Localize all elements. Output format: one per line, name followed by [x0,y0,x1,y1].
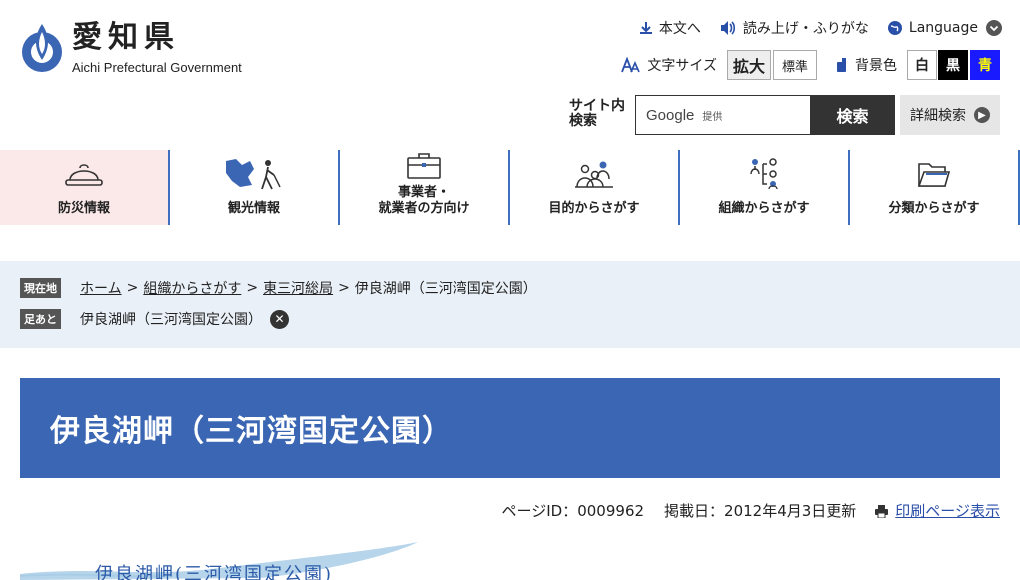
search-input[interactable]: Google 提供 [635,95,811,135]
nav-item-by-purpose[interactable]: 目的からさがす [510,150,680,225]
page-title-bar: 伊良湖岬（三河湾国定公園） [20,378,1000,478]
breadcrumb-link-by-organization[interactable]: 組織からさがす [143,278,241,298]
print-link[interactable]: 印刷ページ表示 [874,500,1000,521]
read-aloud-link[interactable]: 読み上げ・ふりがな [719,18,869,38]
text-size-label: 文字サイズ [647,58,717,74]
speaker-icon [720,21,735,35]
global-navigation: 防災情報 観光情報 事業者・ 就業者の方向け 目的からさがす 組織からさがす 分… [0,150,1020,225]
page-id: ページID：0009962 [501,502,645,520]
nav-label: 観光情報 [227,201,280,216]
display-settings: 文字サイズ 拡大 標準 背景色 白 黒 青 [621,50,1000,80]
nav-label: 組織からさがす [718,201,810,216]
breadcrumb-separator: > [246,280,259,296]
nav-label: 防災情報 [57,201,110,216]
nav-item-tourism[interactable]: 観光情報 [170,150,340,225]
breadcrumb-link-higashimikawa[interactable]: 東三河総局 [263,278,333,298]
bg-blue-button[interactable]: 青 [970,50,1000,80]
text-size-large-button[interactable]: 拡大 [727,50,771,80]
language-label: Language [908,20,978,36]
advanced-search-button[interactable]: 詳細検索 ▶ [900,95,1000,135]
text-size-label-group: 文字サイズ [621,55,717,75]
site-logo[interactable]: 愛知県 Aichi Prefectural Government [20,20,242,75]
nav-label-line2: 就業者の方向け [378,201,470,216]
text-size-icon [621,57,641,73]
close-icon[interactable]: ✕ [270,309,289,329]
skip-to-content-link[interactable]: 本文へ [639,18,701,38]
google-logo-text: Google [646,106,695,124]
globe-icon [887,21,902,35]
helmet-icon [65,164,103,186]
utility-links: 本文へ 読み上げ・ふりがな Language [621,18,1002,38]
skip-to-content-label: 本文へ [658,21,701,37]
tourism-icon [226,159,281,190]
nav-item-by-organization[interactable]: 組織からさがす [680,150,850,225]
bg-color-label-group: 背景色 [835,55,897,75]
language-select[interactable]: Language [887,20,1002,36]
org-chart-icon [750,158,778,190]
history-trail: 足あと 伊良湖岬（三河湾国定公園） ✕ [20,309,289,329]
breadcrumb-separator: > [126,280,139,296]
nav-item-disaster-info[interactable]: 防災情報 [0,150,170,225]
nav-item-business[interactable]: 事業者・ 就業者の方向け [340,150,510,225]
bg-color-label: 背景色 [855,58,897,74]
published-date: 掲載日：2012年4月3日更新 [664,502,857,520]
printer-icon [875,504,889,518]
nav-label: 分類からさがす [888,201,980,216]
paint-bucket-icon [837,58,846,72]
history-tag: 足あと [20,309,61,329]
banner-caption: 伊良湖岬(三河湾国定公園) [95,564,334,580]
print-link-label[interactable]: 印刷ページ表示 [895,500,1000,521]
breadcrumb-current: 伊良湖岬（三河湾国定公園） [354,281,537,297]
text-size-standard-button[interactable]: 標準 [773,50,817,80]
download-arrow-icon [639,22,652,34]
breadcrumb-link-home[interactable]: ホーム [80,278,122,298]
current-location-tag: 現在地 [20,278,61,298]
chevron-right-icon: ▶ [974,107,990,123]
breadcrumb-separator: > [338,280,350,296]
breadcrumb: 現在地 ホーム > 組織からさがす > 東三河総局 > 伊良湖岬（三河湾国定公園… [20,278,537,298]
bg-white-button[interactable]: 白 [907,50,937,80]
nav-item-by-category[interactable]: 分類からさがす [850,150,1020,225]
advanced-search-label: 詳細検索 [910,108,966,124]
search-button[interactable]: 検索 [810,95,895,135]
logo-japanese: 愛知県 [72,20,180,55]
nav-label-line1: 事業者・ [397,185,450,200]
briefcase-icon [407,152,441,179]
people-icon [575,161,613,188]
folder-icon [917,163,951,187]
breadcrumb-area: 現在地 ホーム > 組織からさがす > 東三河総局 > 伊良湖岬（三河湾国定公園… [0,261,1020,348]
page-meta: ページID：0009962 掲載日：2012年4月3日更新 印刷ページ表示 [482,500,1000,521]
history-item[interactable]: 伊良湖岬（三河湾国定公園） [80,309,262,329]
chevron-down-icon [986,20,1002,36]
bg-black-button[interactable]: 黒 [938,50,968,80]
nav-label: 目的からさがす [548,201,640,216]
logo-english: Aichi Prefectural Government [72,60,242,75]
site-search-label: サイト内 検索 [569,99,625,129]
prefecture-emblem-icon [22,24,62,72]
site-search-label-line2: 検索 [569,113,597,129]
site-search-label-line1: サイト内 [569,98,625,114]
page-title: 伊良湖岬（三河湾国定公園） [50,414,453,449]
provided-by-label: 提供 [702,111,723,123]
read-aloud-label: 読み上げ・ふりがな [742,21,869,37]
